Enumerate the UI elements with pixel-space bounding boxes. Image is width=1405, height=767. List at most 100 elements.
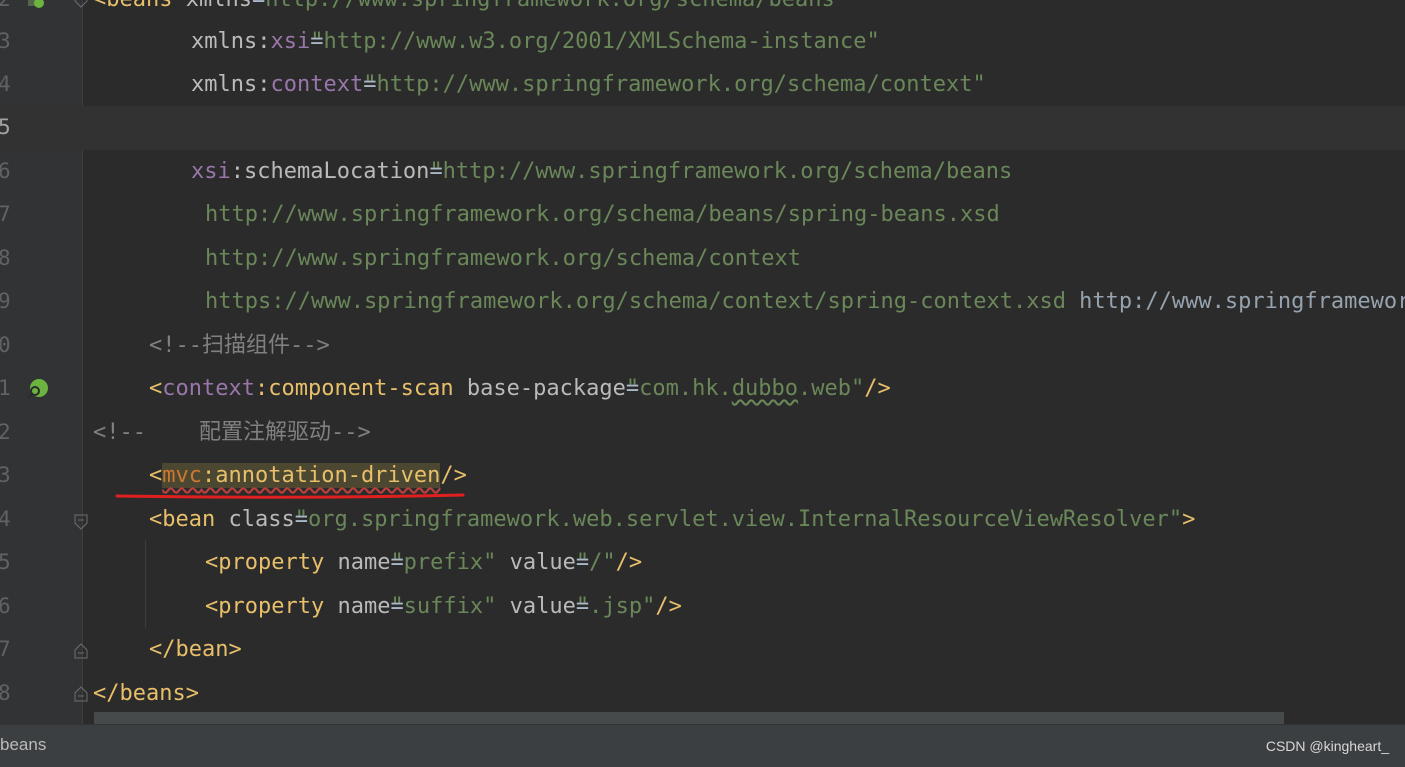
fold-end-icon[interactable] [74, 643, 88, 659]
code-text: </beans> [93, 672, 199, 716]
code-token: xmlns [186, 0, 252, 12]
code-token: <beans [93, 0, 186, 12]
code-text: <context:component-scan base-package = "co… [149, 367, 891, 411]
code-token: </beans> [93, 681, 199, 706]
line-number: 7 [0, 637, 11, 661]
code-token: </bean> [149, 637, 242, 662]
code-token: :annotation-driven [202, 463, 441, 488]
code-token: = [310, 29, 324, 54]
code-token: xsi [191, 159, 231, 184]
code-token: = [575, 550, 590, 575]
code-token: <property [205, 550, 338, 575]
code-line[interactable]: 3 <mvc:annotation-driven/> [0, 454, 1405, 498]
code-line[interactable]: 6 xsi:schemaLocation = "http://www.springfr… [0, 150, 1405, 194]
line-number: 3 [0, 29, 11, 53]
code-line[interactable]: 8 http://www.springframework.org/schema/c… [0, 237, 1405, 281]
spring-bean-icon[interactable] [28, 0, 44, 10]
code-token: "http://www.springframework.org/schema/c… [363, 72, 986, 97]
code-token: value [509, 550, 576, 575]
code-text: <property name = "prefix" value = "/"/> [205, 541, 642, 585]
code-token: xsi [270, 29, 311, 54]
code-line[interactable]: 1 <context:component-scan base-package = "c… [0, 367, 1405, 411]
code-text: xsi:schemaLocation = "http://www.springfra… [191, 150, 1012, 194]
code-token: context [270, 72, 364, 97]
code-token: .web" [798, 376, 865, 401]
line-number: 9 [0, 289, 11, 313]
code-token: "prefix" [390, 550, 510, 575]
line-number: 0 [0, 333, 11, 357]
watermark: CSDN @kingheart_ [1265, 738, 1389, 754]
code-line[interactable]: 4 <bean class = "org.springframework.web.se… [0, 498, 1405, 542]
line-number: 3 [0, 463, 11, 487]
code-token: = [363, 72, 377, 97]
line-number: 5 [0, 115, 11, 139]
red-annotation-underline [115, 493, 465, 499]
code-line[interactable]: 8 </beans> [0, 672, 1405, 716]
code-token: = [390, 594, 404, 619]
code-line[interactable]: 3 xmlns:xsi = "http://www.w3.org/2001/XMLSc… [0, 20, 1405, 64]
code-line[interactable]: 5 <property name = "prefix" value = "/"/> [0, 541, 1405, 585]
code-token: xmlns: [191, 29, 271, 54]
code-token: <bean [149, 507, 229, 532]
breadcrumb[interactable]: beans [0, 735, 46, 755]
code-token: /> [440, 463, 467, 488]
code-text: http://www.springframework.org/schema/be… [205, 193, 1000, 237]
code-text: <property name = "suffix" value = ".jsp"/> [205, 585, 682, 629]
line-number: 5 [0, 550, 11, 574]
code-token: = [252, 0, 265, 22]
code-token: http://www.springframework.org/schema/mv… [1079, 289, 1405, 314]
code-line[interactable]: 4 xmlns:context = "http://www.springframewo… [0, 63, 1405, 107]
fold-end-icon[interactable] [74, 686, 88, 702]
code-text: xmlns:context = "http://www.springframewor… [191, 63, 986, 107]
code-token: name [337, 594, 391, 619]
code-token: http://www.springframework.org/schema/co… [205, 246, 802, 271]
code-token: = [390, 550, 404, 575]
line-number: 4 [0, 72, 11, 96]
code-token: = [294, 507, 308, 532]
code-line[interactable]: 2 <!-- 配置注解驱动--> [0, 411, 1405, 455]
code-line[interactable]: 9 https://www.springframework.org/schema/… [0, 280, 1405, 324]
code-token: dubbo [731, 376, 799, 401]
horizontal-scrollbar[interactable] [94, 712, 1284, 724]
code-text: <bean class = "org.springframework.web.ser… [149, 498, 1195, 542]
code-token: "http://www.springframework.org/schema/b… [252, 0, 848, 12]
line-number: 2 [0, 420, 11, 444]
code-line[interactable]: 7 http://www.springframework.org/schema/b… [0, 193, 1405, 237]
code-token: https://www.springframework.org/schema/c… [205, 289, 1066, 314]
code-token: :schemaLocation [230, 159, 430, 184]
code-text: </bean> [149, 628, 242, 672]
fold-collapse-icon[interactable] [74, 0, 88, 8]
code-token: <property [205, 594, 338, 619]
code-token: base-package [466, 376, 626, 401]
code-text: xmlns:xsi = "http://www.w3.org/2001/XMLSch… [191, 20, 880, 64]
code-token: http://www.springframework.org/schema/be… [205, 202, 1000, 227]
status-bar: beans CSDN @kingheart_ [0, 724, 1405, 767]
code-token: /> [864, 376, 891, 401]
code-token: value [509, 594, 576, 619]
line-number: 7 [0, 202, 11, 226]
line-number: 1 [0, 376, 11, 400]
code-token: class [228, 507, 295, 532]
code-line[interactable]: 7 </bean> [0, 628, 1405, 672]
line-number: 8 [0, 681, 11, 705]
code-editor[interactable]: 2<beans xmlns="http://www.springframewor… [0, 0, 1405, 724]
code-text: http://www.springframework.org/schema/co… [205, 237, 801, 281]
code-token: <!--扫描组件--> [149, 333, 330, 358]
code-token: > [1182, 507, 1196, 532]
code-line[interactable]: 0 <!--扫描组件--> [0, 324, 1405, 368]
code-token: name [337, 550, 391, 575]
code-token: = [429, 159, 443, 184]
code-token: < [149, 463, 163, 488]
code-line[interactable]: 2 <beans xmlns="http://www.springframewor… [0, 0, 1405, 22]
code-text: <beans xmlns="http://www.springframework… [93, 0, 848, 22]
code-line[interactable]: 5 [0, 106, 1405, 150]
code-line[interactable]: 6 <property name = "suffix" value = ".jsp"/> [0, 585, 1405, 629]
code-token: = [575, 594, 590, 619]
code-token: "org.springframework.web.servlet.view.In… [294, 507, 1183, 532]
line-number: 8 [0, 246, 11, 270]
code-text: <mvc:annotation-driven/> [149, 454, 467, 498]
spring-scan-icon[interactable] [26, 377, 50, 401]
line-number: 2 [0, 0, 14, 22]
code-token: "http://www.springframework.org/schema/b… [429, 159, 1013, 184]
fold-collapse-icon[interactable] [74, 514, 88, 530]
